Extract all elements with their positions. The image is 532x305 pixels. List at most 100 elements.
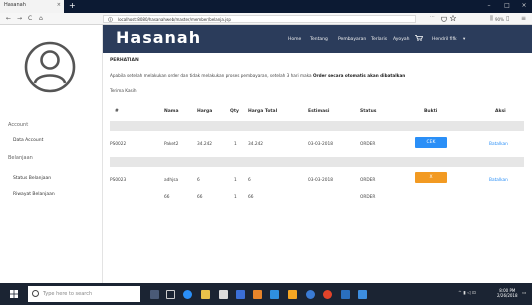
windows-start-icon[interactable] xyxy=(10,290,18,298)
app-icon[interactable] xyxy=(270,290,279,299)
cell-total: 6 xyxy=(248,178,251,183)
notice-body: Apabila setelah melakukan order dan tida… xyxy=(110,73,405,78)
browser-tab[interactable]: Hasanah × xyxy=(0,0,64,13)
main-content: PERHATIAN Apabila setelah melakukan orde… xyxy=(103,53,532,283)
user-menu[interactable]: Hendril fifk xyxy=(432,37,457,42)
back-icon[interactable]: ← xyxy=(6,15,11,22)
more-actions-icon[interactable]: ··· xyxy=(430,14,435,20)
cell-qty: 1 xyxy=(234,142,237,147)
nav-ayoyah[interactable]: Ayoyah xyxy=(393,37,409,42)
notice-title: PERHATIAN xyxy=(110,58,139,63)
table-stripe xyxy=(110,121,524,131)
browser-window: Hasanah × + – □ × ← → C ⌂ localhost:8080… xyxy=(0,0,532,305)
new-tab-icon[interactable]: + xyxy=(69,1,76,10)
x-button[interactable]: X xyxy=(415,172,447,183)
menu-icon[interactable]: ≡ xyxy=(521,15,526,22)
nav-pembayaran[interactable]: Pembayaran xyxy=(338,37,366,42)
tray-icons[interactable]: ^ ▮ ◁ ⊡ xyxy=(458,291,476,296)
cell-qty: 1 xyxy=(234,178,237,183)
site-header: Hasanah Home Tentang Pembayaran Terlaris… xyxy=(103,25,532,53)
cek-button[interactable]: CEK xyxy=(415,137,447,148)
column-header: Estimasi xyxy=(308,109,330,114)
windows-taskbar: Type here to search ^ ▮ ◁ ⊡ 8:00 PM 2/26… xyxy=(0,283,532,305)
notice-body-emphasis: Order secara otomatis akan dibatalkan xyxy=(312,73,406,78)
sidebar-section-account: Account xyxy=(8,122,29,128)
app-icon[interactable] xyxy=(288,290,297,299)
info-icon[interactable] xyxy=(108,17,113,22)
reload-icon[interactable]: C xyxy=(28,15,32,22)
bookmark-star-icon[interactable] xyxy=(450,15,456,21)
cell-status: ORDER xyxy=(360,142,376,147)
tab-strip: Hasanah × + – □ × xyxy=(0,0,532,13)
forward-icon[interactable]: → xyxy=(17,15,22,22)
cell-status: ORDER xyxy=(360,195,376,200)
nav-terlaris[interactable]: Terlaris xyxy=(371,37,387,42)
column-header: Aksi xyxy=(495,109,506,114)
cell-qty: 1 xyxy=(234,195,237,200)
search-placeholder: Type here to search xyxy=(43,291,93,297)
sidebar: Account Data Account Belanjaan Status Be… xyxy=(0,25,103,283)
table-stripe xyxy=(110,157,524,167)
mail-icon[interactable] xyxy=(236,290,245,299)
tab-title: Hasanah xyxy=(4,2,26,8)
column-header: Bukti xyxy=(424,109,438,114)
cell-status: ORDER xyxy=(360,178,376,183)
task-view-icon[interactable] xyxy=(166,290,175,299)
edge-browser-icon[interactable] xyxy=(183,290,192,299)
user-avatar-icon xyxy=(24,41,76,93)
sidebar-section-belanjaan: Belanjaan xyxy=(8,155,33,161)
nav-home[interactable]: Home xyxy=(288,37,301,42)
cell-harga: 34.242 xyxy=(197,142,213,147)
navigation-toolbar: ← → C ⌂ localhost:8080/hasanahweb/master… xyxy=(0,13,532,25)
app-icon[interactable] xyxy=(341,290,350,299)
minimize-icon[interactable]: – xyxy=(484,2,494,9)
app-icon[interactable] xyxy=(306,290,315,299)
cell-nama: Paket2 xyxy=(164,142,179,147)
site-logo[interactable]: Hasanah xyxy=(116,28,201,47)
library-icon[interactable]: ⫼ xyxy=(490,15,493,23)
column-header: Harga xyxy=(197,109,213,114)
store-icon[interactable] xyxy=(219,290,228,299)
cell-harga: 66 xyxy=(197,195,203,200)
cell-nama: adhjsa xyxy=(164,178,179,183)
cell-id: PS0022 xyxy=(110,142,127,147)
cart-icon[interactable] xyxy=(415,35,423,41)
url-text: localhost:8080/hasanahweb/master/member/… xyxy=(118,17,231,22)
notification-icon[interactable]: ▭ xyxy=(522,291,526,296)
column-header: # xyxy=(115,109,119,114)
maximize-icon[interactable]: □ xyxy=(502,2,512,9)
column-header: Harga Total xyxy=(248,109,278,114)
search-icon xyxy=(32,290,39,297)
close-window-icon[interactable]: × xyxy=(519,2,529,9)
column-header: Status xyxy=(360,109,377,114)
column-header: Nama xyxy=(164,109,179,114)
microphone-icon[interactable] xyxy=(150,290,159,299)
cell-nama: 66 xyxy=(164,195,170,200)
nav-tentang[interactable]: Tentang xyxy=(310,37,328,42)
app-icon[interactable] xyxy=(253,290,262,299)
sidebar-toggle-icon[interactable]: ▯ xyxy=(506,15,509,22)
notice-body-text: Apabila setelah melakukan order dan tida… xyxy=(110,73,313,78)
cell-estimasi: 03-03-2018 xyxy=(308,142,333,147)
cell-total: 66 xyxy=(248,195,254,200)
zoom-level[interactable]: 90% xyxy=(495,17,504,22)
sidebar-item-riwayat-belanjaan[interactable]: Riwayat Belanjaan xyxy=(13,192,55,197)
file-explorer-icon[interactable] xyxy=(201,290,210,299)
batalkan-link[interactable]: Batalkan xyxy=(489,142,508,147)
firefox-icon[interactable] xyxy=(323,290,332,299)
batalkan-link[interactable]: Batalkan xyxy=(489,178,508,183)
sidebar-item-status-belanjaan[interactable]: Status Belanjaan xyxy=(13,176,51,181)
cell-estimasi: 03-03-2018 xyxy=(308,178,333,183)
clock[interactable]: 8:00 PM 2/26/2018 xyxy=(497,288,518,298)
taskbar-search-input[interactable]: Type here to search xyxy=(28,286,140,302)
app-icon[interactable] xyxy=(358,290,367,299)
chevron-down-icon[interactable]: ▾ xyxy=(463,37,465,42)
pocket-icon[interactable] xyxy=(441,16,447,22)
home-icon[interactable]: ⌂ xyxy=(39,15,43,22)
cell-harga: 6 xyxy=(197,178,200,183)
tab-close-icon[interactable]: × xyxy=(57,2,61,8)
url-bar[interactable]: localhost:8080/hasanahweb/master/member/… xyxy=(103,15,504,23)
clock-date: 2/26/2018 xyxy=(497,293,518,298)
cell-id: PS0023 xyxy=(110,178,127,183)
sidebar-item-data-account[interactable]: Data Account xyxy=(13,138,43,143)
